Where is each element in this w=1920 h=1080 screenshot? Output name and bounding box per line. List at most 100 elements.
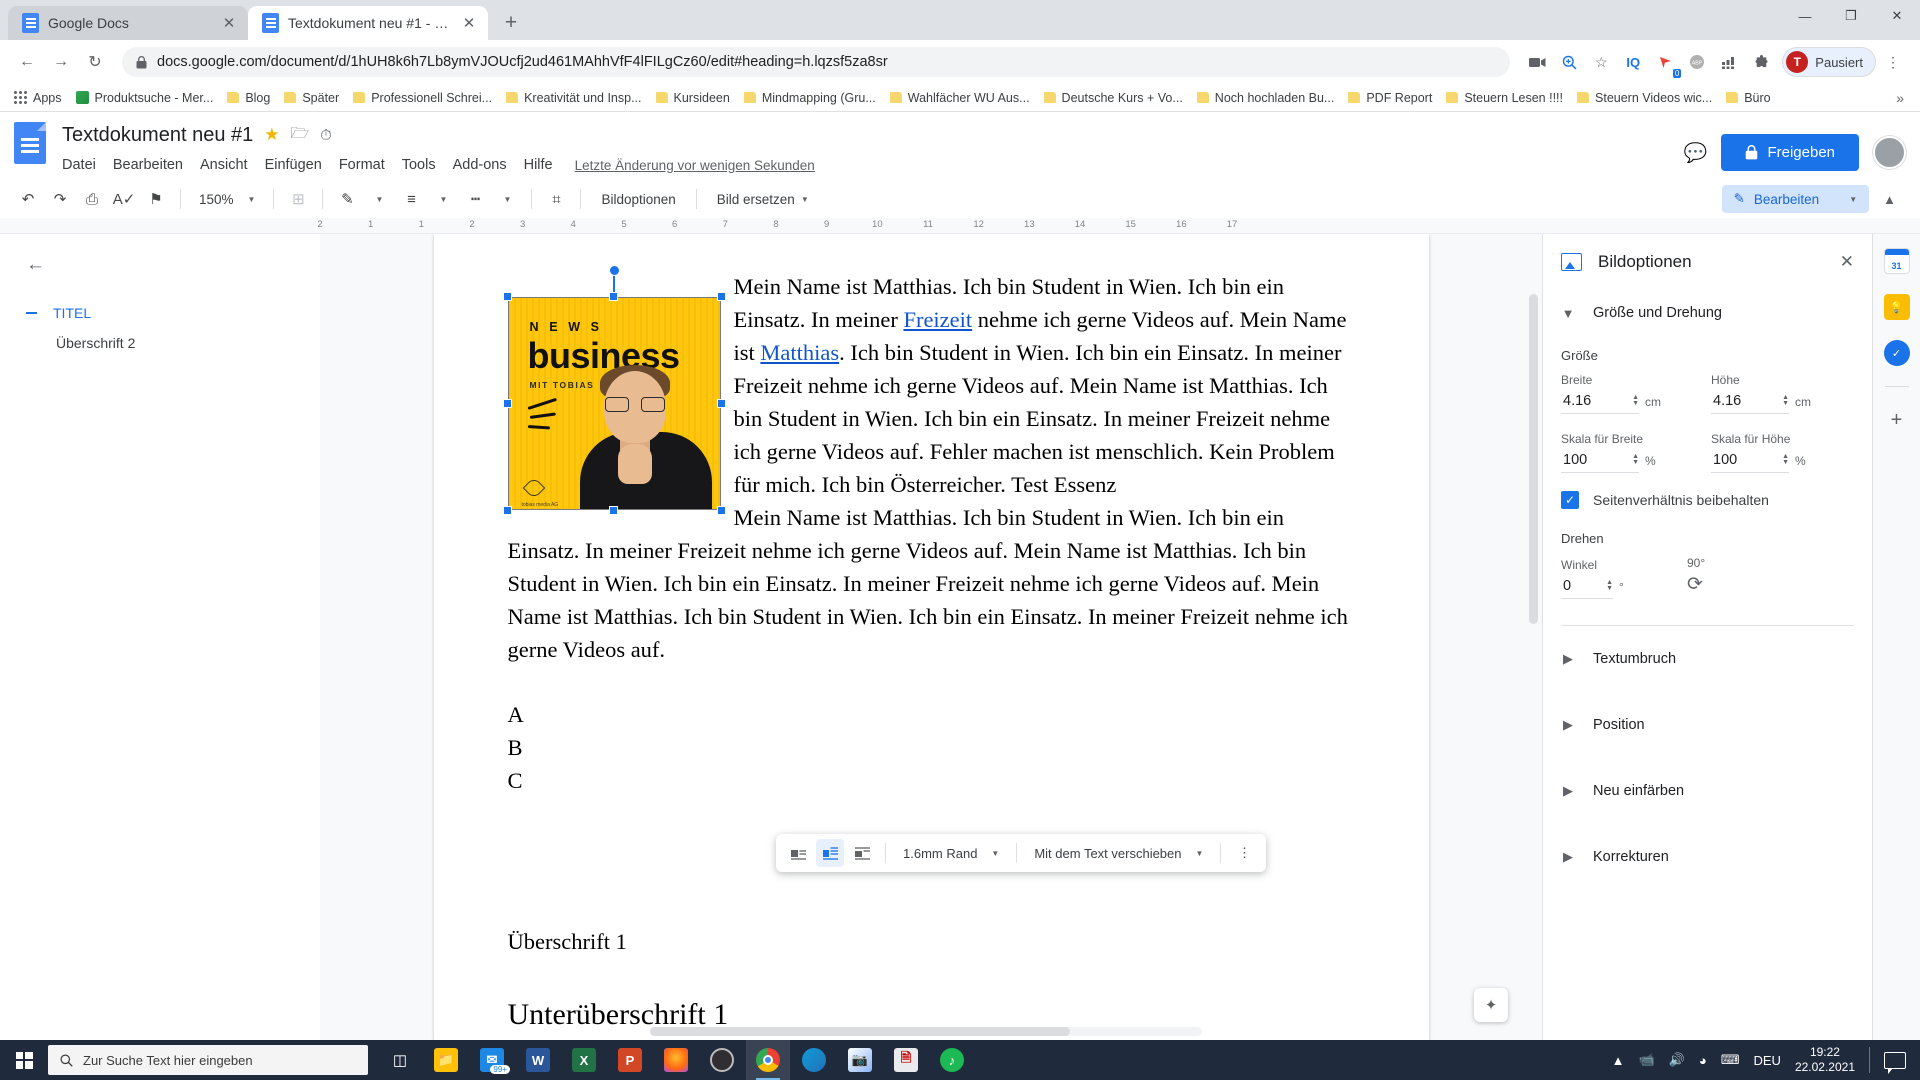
browser-tab-1[interactable]: Google Docs ✕ (8, 6, 248, 40)
bookmark-item[interactable]: Noch hochladen Bu... (1191, 88, 1341, 108)
border-dash-icon[interactable]: ┅ (461, 185, 489, 213)
close-icon[interactable]: ✕ (460, 14, 478, 32)
stepper-icon[interactable]: ▲ ▼ (1782, 394, 1789, 407)
more-options-icon[interactable]: ⋮ (1230, 839, 1258, 867)
spotify-icon[interactable]: ♪ (930, 1040, 974, 1080)
section-position[interactable]: ▶ Position (1543, 692, 1872, 758)
bookmark-star-icon[interactable]: ☆ (1586, 47, 1616, 77)
maximize-button[interactable]: ❐ (1828, 0, 1874, 32)
camera-icon[interactable]: 📹 (1638, 1052, 1654, 1068)
bookmark-item[interactable]: Kursideen (650, 88, 736, 108)
profile-chip[interactable]: T Pausiert (1782, 47, 1876, 77)
file-explorer-icon[interactable]: 📁 (424, 1040, 468, 1080)
reader-icon[interactable]: 🗎 (884, 1040, 928, 1080)
drive-status-icon[interactable]: ⏱ (320, 127, 332, 144)
stepper-icon[interactable]: ▲ ▼ (1782, 453, 1789, 466)
paint-format-icon[interactable]: ⚑ (142, 185, 170, 213)
menu-ansicht[interactable]: Ansicht (200, 157, 248, 173)
address-bar[interactable]: docs.google.com/document/d/1hUH8k6h7Lb8y… (122, 47, 1511, 77)
extension-pocket-icon[interactable]: 0 (1650, 47, 1682, 78)
heading-1[interactable]: Überschrift 1 (508, 925, 1355, 958)
resize-handle-bottom-center[interactable] (609, 506, 618, 515)
list-item[interactable]: A (508, 698, 1355, 731)
keep-aspect-ratio-checkbox[interactable]: ✓ (1561, 491, 1579, 509)
chevron-down-icon[interactable]: ▼ (429, 185, 457, 213)
scale-height-input[interactable]: 100 ▲ ▼ (1711, 449, 1789, 473)
paragraph-2[interactable]: Mein Name ist Matthias. Ich bin Student … (508, 501, 1355, 666)
resize-handle-bottom-left[interactable] (502, 506, 512, 515)
extension-grid-icon[interactable] (1714, 47, 1744, 77)
back-arrow-icon[interactable]: ← (26, 254, 320, 276)
edit-mode-button[interactable]: ✎ Bearbeiten ▼ (1721, 185, 1870, 213)
collapse-toolbar-icon[interactable]: ▲ (1873, 192, 1906, 207)
menu-einfuegen[interactable]: Einfügen (265, 157, 322, 173)
menu-tools[interactable]: Tools (402, 157, 436, 173)
bookmark-item[interactable]: Produktsuche - Mer... (70, 88, 220, 108)
image-position-selector[interactable]: Mit dem Text verschieben ▼ (1026, 839, 1211, 867)
resize-handle-middle-left[interactable] (502, 398, 512, 408)
width-input[interactable]: 4.16 ▲ ▼ (1561, 390, 1639, 414)
close-icon[interactable]: ✕ (220, 14, 238, 32)
mail-icon[interactable]: ✉ 99+ (470, 1040, 514, 1080)
menu-bearbeiten[interactable]: Bearbeiten (113, 157, 183, 173)
menu-hilfe[interactable]: Hilfe (524, 157, 553, 173)
bookmark-item[interactable]: Später (278, 88, 345, 108)
resize-handle-middle-right[interactable] (716, 398, 726, 408)
new-tab-button[interactable]: + (494, 6, 528, 40)
print-icon[interactable]: ⎙ (78, 185, 106, 213)
crop-icon[interactable]: ⌗ (542, 185, 570, 213)
horizontal-scrollbar[interactable] (650, 1027, 1202, 1036)
vertical-scrollbar[interactable] (1529, 294, 1538, 854)
image-options-button[interactable]: Bildoptionen (591, 192, 685, 207)
bookmark-item[interactable]: Blog (221, 88, 276, 108)
rotate-90-group[interactable]: 90° ⟳ (1687, 556, 1713, 599)
word-icon[interactable]: W (516, 1040, 560, 1080)
stepper-icon[interactable]: ▲ ▼ (1632, 453, 1639, 466)
bookmark-item[interactable]: Wahlfächer WU Aus... (884, 88, 1036, 108)
stepper-icon[interactable]: ▲ ▼ (1606, 579, 1613, 592)
explore-button[interactable]: ✦ (1474, 988, 1508, 1022)
chrome-icon[interactable] (746, 1040, 790, 1080)
bookmark-item[interactable]: Deutsche Kurs + Vo... (1038, 88, 1189, 108)
bookmark-item[interactable]: Büro (1720, 88, 1776, 108)
back-icon[interactable]: ← (12, 47, 42, 77)
spellcheck-icon[interactable]: A✓ (110, 185, 138, 213)
angle-input[interactable]: 0 ▲ ▼ (1561, 575, 1613, 599)
powerpoint-icon[interactable]: P (608, 1040, 652, 1080)
wrap-inline-icon[interactable] (784, 839, 812, 867)
section-neu-einfaerben[interactable]: ▶ Neu einfärben (1543, 758, 1872, 824)
obs-icon[interactable] (700, 1040, 744, 1080)
bookmark-item[interactable]: Mindmapping (Gru... (738, 88, 882, 108)
resize-handle-top-right[interactable] (716, 292, 726, 301)
extension-iq-icon[interactable]: IQ (1618, 47, 1648, 77)
share-button[interactable]: Freigeben (1721, 134, 1859, 171)
menu-format[interactable]: Format (339, 157, 385, 173)
menu-addons[interactable]: Add-ons (453, 157, 507, 173)
excel-icon[interactable]: X (562, 1040, 606, 1080)
wrap-text-icon[interactable] (816, 839, 844, 867)
windows-start-icon[interactable] (0, 1040, 48, 1080)
zoom-selector[interactable]: 150% ▼ (191, 186, 263, 212)
redo-icon[interactable]: ↷ (46, 185, 74, 213)
document-image[interactable]: N E W S business MIT TOBIAS tobias media… (502, 265, 726, 515)
extensions-puzzle-icon[interactable] (1746, 47, 1776, 77)
edge-icon[interactable] (792, 1040, 836, 1080)
move-to-folder-icon[interactable]: 🗁 (291, 123, 310, 148)
keep-icon[interactable]: 💡 (1883, 294, 1910, 320)
bookmarks-overflow-button[interactable]: » (1888, 90, 1912, 106)
list-item[interactable]: C (508, 764, 1355, 797)
break-text-icon[interactable] (848, 839, 876, 867)
browser-menu-icon[interactable]: ⋮ (1878, 47, 1908, 77)
forward-icon[interactable]: → (46, 47, 76, 77)
bookmark-apps[interactable]: Apps (8, 88, 68, 108)
resize-handle-bottom-right[interactable] (716, 506, 726, 515)
last-edit-status[interactable]: Letzte Änderung vor wenigen Sekunden (575, 158, 815, 173)
resize-handle-top-left[interactable] (502, 292, 512, 301)
bookmark-item[interactable]: PDF Report (1342, 88, 1438, 108)
bookmark-item[interactable]: Professionell Schrei... (347, 88, 498, 108)
border-color-icon[interactable]: ✎ (333, 185, 361, 213)
keyboard-icon[interactable]: ⌨ (1721, 1052, 1740, 1068)
link-freizeit[interactable]: Freizeit (903, 307, 972, 332)
link-matthias[interactable]: Matthias (760, 340, 839, 365)
language-indicator[interactable]: DEU (1753, 1053, 1780, 1068)
